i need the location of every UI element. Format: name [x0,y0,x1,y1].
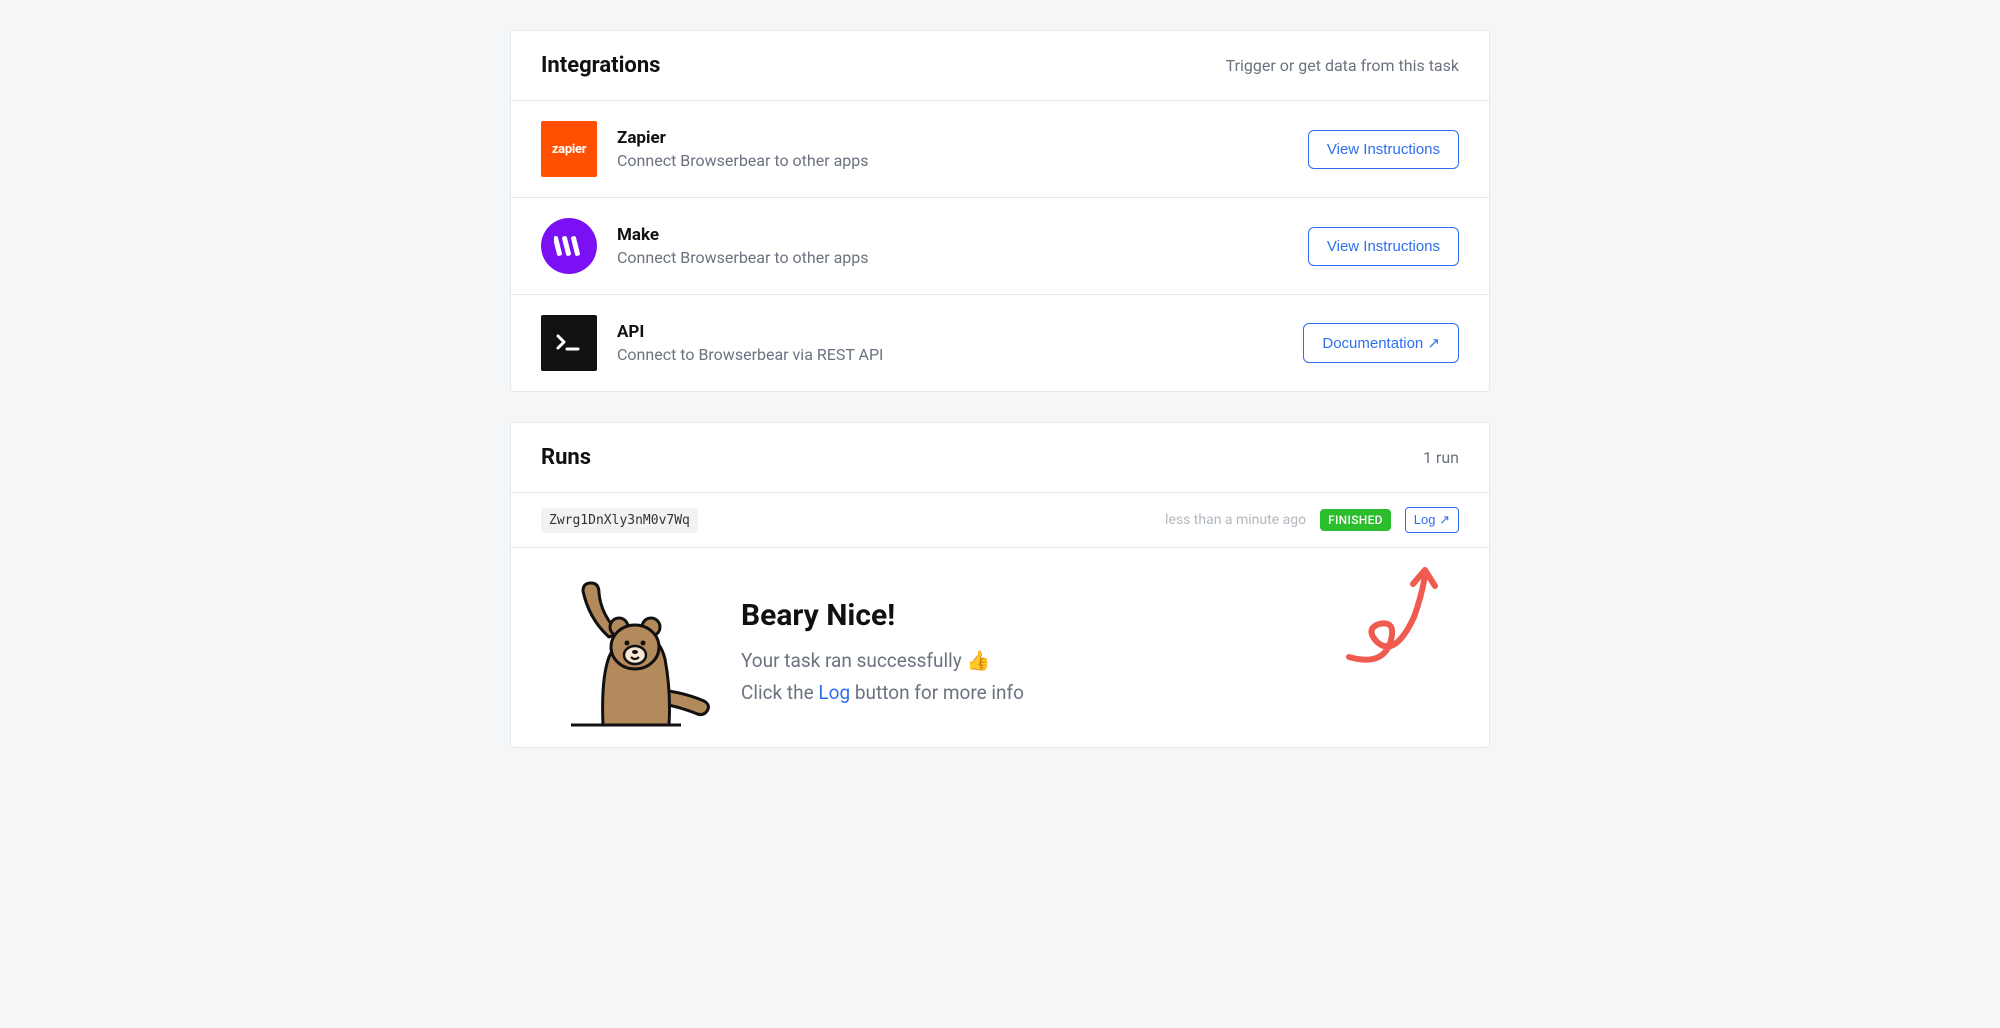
integration-row-api: API Connect to Browserbear via REST API … [511,294,1489,391]
terminal-icon [541,315,597,371]
integrations-card: Integrations Trigger or get data from th… [510,30,1490,392]
zapier-icon: zapier [541,121,597,177]
run-timestamp: less than a minute ago [1165,512,1306,528]
runs-count: 1 run [1423,448,1459,467]
integration-name: API [617,322,1303,342]
success-line2: Click the Log button for more info [741,677,1024,709]
runs-title: Runs [541,445,591,470]
run-id-chip: Zwrg1DnXly3nM0v7Wq [541,508,698,533]
integration-row-make: Make Connect Browserbear to other apps V… [511,197,1489,294]
integration-row-zapier: zapier Zapier Connect Browserbear to oth… [511,100,1489,197]
integrations-title: Integrations [541,53,660,78]
make-icon [541,218,597,274]
documentation-button[interactable]: Documentation ↗ [1303,323,1459,363]
status-badge: FINISHED [1320,509,1391,531]
curly-arrow-icon [1329,562,1449,672]
view-instructions-button[interactable]: View Instructions [1308,227,1459,266]
log-button[interactable]: Log ↗ [1405,507,1459,533]
success-heading: Beary Nice! [741,598,1024,633]
integration-desc: Connect to Browserbear via REST API [617,345,1303,364]
success-line1: Your task ran successfully 👍 [741,645,1024,677]
integration-name: Zapier [617,128,1308,148]
integrations-subtitle: Trigger or get data from this task [1226,56,1459,75]
integration-name: Make [617,225,1308,245]
run-row: Zwrg1DnXly3nM0v7Wq less than a minute ag… [511,492,1489,547]
runs-header: Runs 1 run [511,423,1489,492]
integration-desc: Connect Browserbear to other apps [617,248,1308,267]
view-instructions-button[interactable]: View Instructions [1308,130,1459,169]
log-link[interactable]: Log [818,681,850,704]
runs-card: Runs 1 run Zwrg1DnXly3nM0v7Wq less than … [510,422,1490,748]
bear-illustration [541,579,711,729]
integration-desc: Connect Browserbear to other apps [617,151,1308,170]
success-panel: Beary Nice! Your task ran successfully 👍… [511,547,1489,747]
integrations-header: Integrations Trigger or get data from th… [511,31,1489,100]
success-text: Beary Nice! Your task ran successfully 👍… [741,598,1024,710]
